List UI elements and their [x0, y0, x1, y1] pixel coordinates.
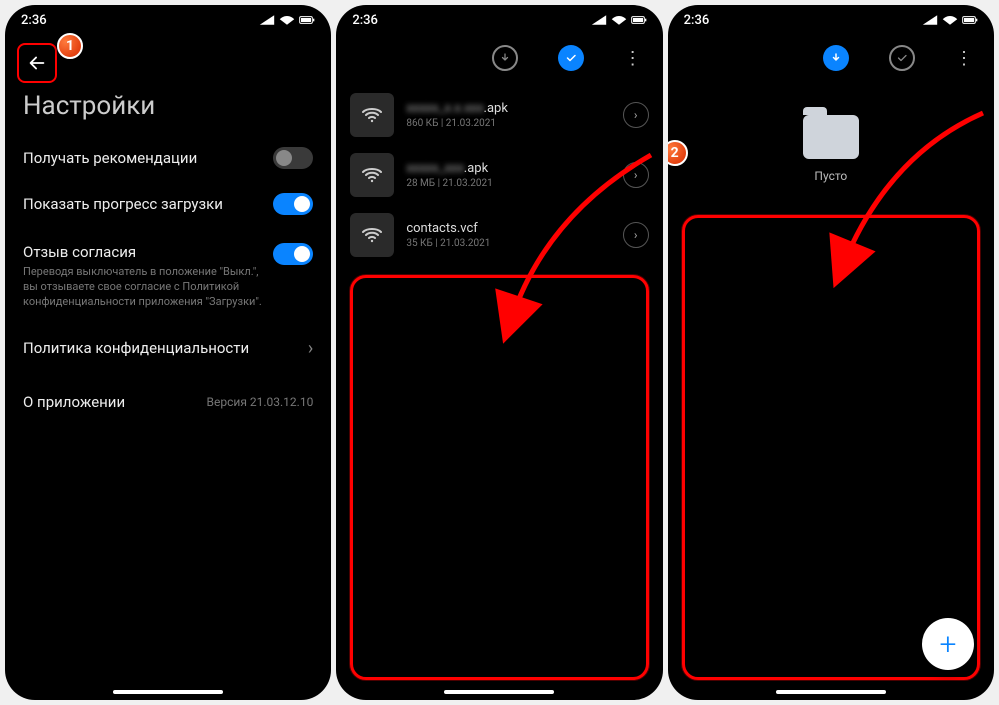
- status-bar: 2:36: [668, 5, 994, 35]
- back-row: 1: [5, 35, 331, 91]
- about-label: О приложении: [23, 393, 207, 411]
- highlight-box: [682, 215, 980, 680]
- chevron-right-icon[interactable]: ›: [623, 222, 649, 248]
- status-time: 2:36: [684, 13, 710, 28]
- setting-label: Политика конфиденциальности: [23, 339, 308, 357]
- wifi-icon: [350, 213, 394, 257]
- phone-downloads-empty: 2:36 ⋮ Пусто 2 +: [668, 5, 994, 700]
- file-meta: xxxxx_xxx.apk 28 МБ | 21.03.2021: [406, 161, 610, 189]
- tab-downloads[interactable]: [492, 45, 518, 71]
- setting-label: Отзыв согласия Переводя выключатель в по…: [23, 243, 273, 310]
- status-icons: [591, 13, 647, 27]
- chevron-right-icon[interactable]: ›: [623, 102, 649, 128]
- setting-progress[interactable]: Показать прогресс загрузки: [5, 181, 331, 227]
- setting-privacy[interactable]: Политика конфиденциальности ›: [5, 326, 331, 371]
- file-row[interactable]: xxxxx_xxx.apk 28 МБ | 21.03.2021 ›: [336, 145, 662, 205]
- setting-consent[interactable]: Отзыв согласия Переводя выключатель в по…: [5, 227, 331, 326]
- empty-label: Пусто: [814, 169, 847, 183]
- tab-bar: ⋮: [336, 35, 662, 85]
- phone-settings: 2:36 1 Настройки Получать рекомендации П…: [5, 5, 331, 700]
- check-icon: [565, 52, 577, 64]
- setting-label: Получать рекомендации: [23, 149, 273, 167]
- toggle-recommendations[interactable]: [273, 147, 313, 169]
- file-name: contacts.vcf: [406, 221, 610, 236]
- chevron-right-icon[interactable]: ›: [623, 162, 649, 188]
- wifi-icon: [350, 93, 394, 137]
- consent-title: Отзыв согласия: [23, 243, 263, 261]
- file-meta: xxxxx_x.x.xxx.apk 860 КБ | 21.03.2021: [406, 101, 610, 129]
- home-indicator[interactable]: [444, 690, 554, 694]
- more-menu[interactable]: ⋮: [624, 48, 643, 69]
- page-title: Настройки: [5, 91, 331, 135]
- back-button[interactable]: [17, 43, 57, 83]
- empty-state: Пусто: [668, 85, 994, 183]
- file-info: 860 КБ | 21.03.2021: [406, 118, 610, 129]
- chevron-right-icon: ›: [308, 338, 313, 359]
- file-meta: contacts.vcf 35 КБ | 21.03.2021: [406, 221, 610, 249]
- tab-completed[interactable]: [889, 45, 915, 71]
- status-time: 2:36: [21, 13, 47, 28]
- add-button[interactable]: +: [922, 618, 974, 670]
- setting-about[interactable]: О приложении Версия 21.03.12.10: [5, 371, 331, 433]
- toggle-consent[interactable]: [273, 243, 313, 265]
- more-menu[interactable]: ⋮: [955, 48, 974, 69]
- wifi-icon: [350, 153, 394, 197]
- step-badge-1: 1: [57, 33, 83, 59]
- tab-downloads[interactable]: [823, 45, 849, 71]
- file-info: 28 МБ | 21.03.2021: [406, 178, 610, 189]
- tab-bar: ⋮: [668, 35, 994, 85]
- download-icon: [830, 52, 842, 64]
- about-version: Версия 21.03.12.10: [207, 395, 314, 409]
- plus-icon: +: [940, 627, 957, 662]
- toggle-progress[interactable]: [273, 193, 313, 215]
- file-name: xxxxx_x.x.xxx.apk: [406, 101, 610, 116]
- home-indicator[interactable]: [776, 690, 886, 694]
- file-row[interactable]: contacts.vcf 35 КБ | 21.03.2021 ›: [336, 205, 662, 265]
- file-info: 35 КБ | 21.03.2021: [406, 238, 610, 249]
- status-icons: [259, 13, 315, 27]
- setting-label: Показать прогресс загрузки: [23, 195, 273, 213]
- status-bar: 2:36: [336, 5, 662, 35]
- home-indicator[interactable]: [113, 690, 223, 694]
- arrow-left-icon: [26, 52, 48, 74]
- file-name: xxxxx_xxx.apk: [406, 161, 610, 176]
- highlight-box: [350, 275, 648, 680]
- folder-icon: [803, 115, 859, 159]
- download-icon: [499, 52, 511, 64]
- setting-recommendations[interactable]: Получать рекомендации: [5, 135, 331, 181]
- file-row[interactable]: xxxxx_x.x.xxx.apk 860 КБ | 21.03.2021 ›: [336, 85, 662, 145]
- status-bar: 2:36: [5, 5, 331, 35]
- phone-downloads-list: 2:36 ⋮ xxxxx_x.x.xxx.apk 860 КБ | 21.03.…: [336, 5, 662, 700]
- tab-completed[interactable]: [558, 45, 584, 71]
- status-icons: [922, 13, 978, 27]
- status-time: 2:36: [352, 13, 378, 28]
- consent-subtitle: Переводя выключатель в положение "Выкл."…: [23, 265, 263, 310]
- check-icon: [896, 52, 908, 64]
